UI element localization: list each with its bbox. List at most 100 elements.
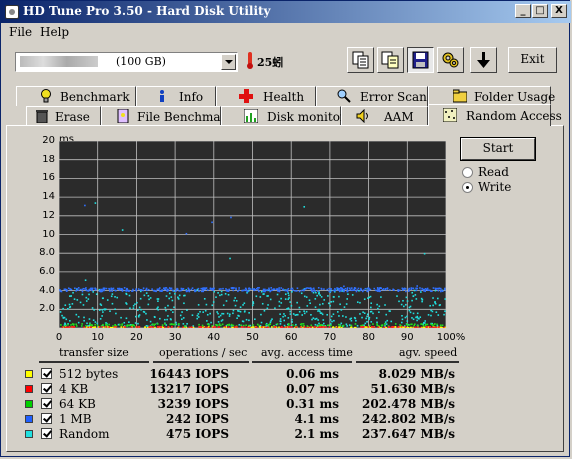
read-radio[interactable]: Read [462,165,562,180]
maximize-button[interactable]: □ [532,4,548,18]
tab-folder-usage[interactable]: Folder Usage [428,86,555,106]
data-point-1-mb [330,288,332,290]
data-point-1-mb [135,289,137,292]
magnifier-icon [337,89,351,103]
series-checkbox[interactable] [41,428,52,439]
data-point-1-mb [197,287,200,290]
data-point-1-mb [232,289,235,292]
data-point-4-kb [318,325,321,328]
data-point-1-mb [415,289,418,292]
data-point-64-kb [436,323,438,326]
data-point-64-kb [287,324,290,326]
settings-button[interactable] [437,47,464,73]
data-point-random [347,293,349,296]
divider [356,361,459,363]
data-point-random [406,300,409,302]
save-button[interactable] [407,47,434,73]
menu-help[interactable]: Help [40,25,69,39]
data-point-random [62,307,64,310]
data-point-random [401,318,404,321]
data-point-1-mb [124,289,127,292]
exit-button[interactable]: Exit [508,47,557,73]
data-point-random [134,303,136,305]
data-point-64-kb [330,324,332,327]
data-point-random [401,314,403,317]
series-checkbox[interactable] [41,368,52,379]
data-point-random [330,315,333,318]
data-point-random [128,321,130,323]
file-benchmark-icon [117,109,129,123]
close-button[interactable]: X [551,4,567,18]
data-point-random [147,295,150,297]
copy-text-button[interactable] [377,47,404,73]
data-point-64-kb [245,324,247,326]
data-point-1-mb [392,289,395,291]
data-point-64-kb [433,323,436,326]
tab-benchmark[interactable]: Benchmark [16,86,136,106]
data-point-random [137,315,140,317]
tab-file-benchmark[interactable]: File Benchmark [101,106,234,126]
data-point-1-mb [294,290,296,292]
tab-label: Info [179,90,204,104]
y-tick-label: 2.0 [39,303,55,315]
tab-aam[interactable]: AAM [341,106,428,126]
series-checkbox[interactable] [41,413,52,424]
data-point-random [192,325,195,327]
data-point-random [237,314,239,317]
data-point-4-kb [244,326,247,328]
data-point-1-mb [410,287,413,289]
data-point-64-kb [410,323,412,326]
series-checkbox[interactable] [41,383,52,394]
data-point-1-mb [334,287,336,290]
data-point-1-mb [264,288,266,291]
tab-erase[interactable]: Erase [26,106,101,126]
tab-error-scan[interactable]: Error Scan [316,86,428,106]
drive-select[interactable]: (100 GB) [15,52,238,72]
tab-random-access[interactable]: Random Access [428,104,562,126]
series-checkbox[interactable] [41,398,52,409]
data-point-random [101,297,104,300]
tab-disk-monitor[interactable]: Disk monitor [221,106,346,126]
data-point-random [405,296,408,299]
data-point-1-mb [270,287,273,289]
data-point-random [111,293,114,295]
data-point-random [183,294,185,297]
data-point-random [370,310,373,313]
chevron-down-icon[interactable] [221,54,236,70]
lightbulb-icon [41,89,51,103]
data-point-random [411,317,413,319]
data-point-random [437,297,439,300]
data-point-random [164,318,166,321]
start-button[interactable]: Start [460,137,536,161]
data-point-random [102,311,104,313]
data-point-4-kb [261,326,263,328]
copy-info-button[interactable] [347,47,374,73]
data-point-4-kb [101,325,104,328]
data-point-4-kb [236,326,239,328]
write-radio[interactable]: Write [462,180,562,195]
data-point-random [322,319,325,321]
menu-file[interactable]: File [9,25,32,39]
tab-info[interactable]: Info [136,86,216,106]
data-point-random [300,292,303,295]
data-point-64-kb [67,323,69,326]
data-point-512-bytes [440,326,442,328]
data-point-random [346,325,348,327]
minimize-button[interactable]: _ [515,4,531,18]
read-radio-dot[interactable] [462,167,473,178]
data-point-1-mb [241,289,243,292]
data-point-random [233,299,235,302]
data-point-1-mb [246,290,249,292]
data-point-64-kb [420,323,422,325]
data-point-random [305,296,308,298]
data-point-random [115,312,117,315]
table-row: Random 475 IOPS 2.1 ms 237.647 MB/s [19,427,459,442]
download-button[interactable] [470,47,497,73]
write-radio-dot[interactable] [462,182,473,193]
data-point-random [149,297,152,299]
data-point-random [314,318,316,320]
title-bar[interactable]: HD Tune Pro 3.50 - Hard Disk Utility _ □… [1,1,571,23]
data-point-random [437,314,440,316]
tab-health[interactable]: Health [216,86,316,106]
data-point-random [345,323,348,326]
